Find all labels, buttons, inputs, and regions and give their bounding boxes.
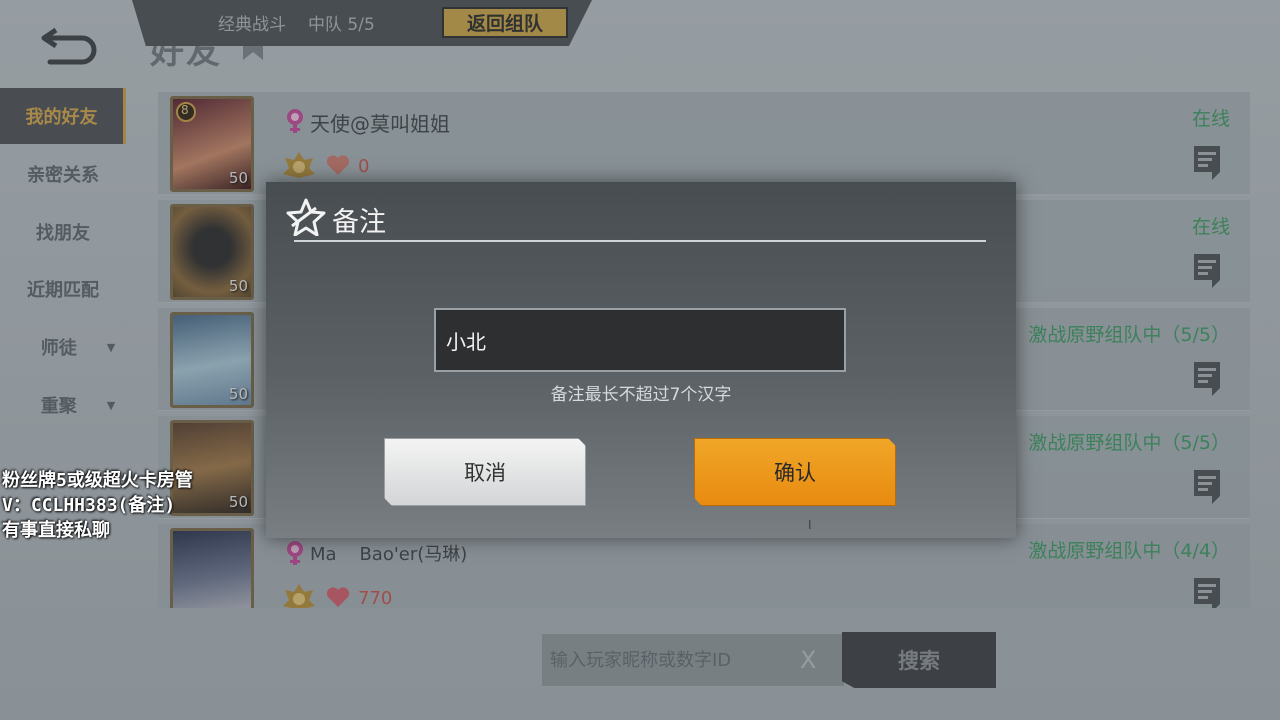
- confirm-button[interactable]: 确认: [694, 438, 896, 506]
- remark-hint: 备注最长不超过7个汉字: [550, 385, 732, 405]
- remark-input[interactable]: [434, 308, 846, 372]
- dialog-divider: [294, 240, 986, 242]
- watermark-line: 有事直接私聊: [2, 520, 110, 541]
- dialog-title: 备注: [332, 207, 386, 238]
- star-logo-icon: [286, 198, 326, 236]
- cancel-button[interactable]: 取消: [384, 438, 586, 506]
- remark-dialog: 备注 备注最长不超过7个汉字 取消 确认 I: [266, 182, 1016, 538]
- watermark-line: 粉丝牌5或级超火卡房管: [2, 470, 193, 491]
- watermark-line: V：CCLHH383(备注): [2, 495, 176, 516]
- streamer-watermark: 粉丝牌5或级超火卡房管 V：CCLHH383(备注) 有事直接私聊: [2, 468, 193, 543]
- text-cursor-icon: I: [808, 518, 812, 532]
